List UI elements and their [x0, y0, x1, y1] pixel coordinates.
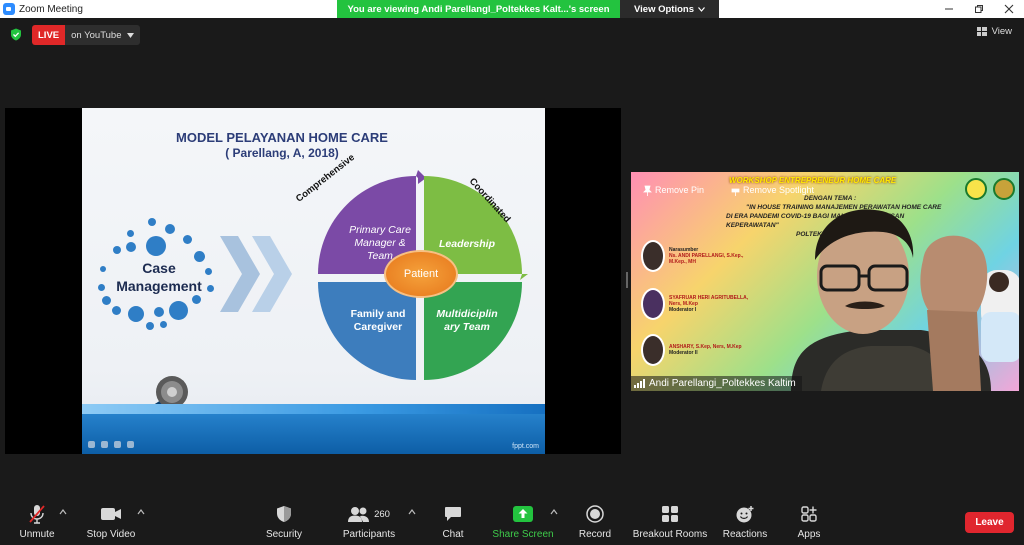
unmute-button[interactable]: Unmute — [16, 503, 58, 543]
record-icon — [586, 505, 604, 523]
speaker-card-moderator-2: ANSHARY, S.Kep, Ners, M.Kep Moderator II — [641, 334, 749, 366]
remove-pin-button[interactable]: Remove Pin — [643, 184, 704, 196]
pin-icon — [643, 185, 652, 196]
share-options-caret-icon[interactable] — [550, 509, 558, 515]
close-icon — [1004, 4, 1014, 14]
reactions-button[interactable]: Reactions — [722, 503, 768, 543]
shared-screen[interactable]: MODEL PELAYANAN HOME CARE ( Parellang, A… — [5, 108, 621, 454]
presentation-slide: MODEL PELAYANAN HOME CARE ( Parellang, A… — [82, 108, 545, 454]
microphone-muted-icon — [29, 505, 45, 524]
caret-down-icon — [126, 32, 134, 38]
view-button[interactable]: View — [976, 26, 1012, 37]
quadrant-leadership-label: Leadership — [438, 238, 496, 250]
slide-footer-text: fppt.com — [512, 443, 539, 450]
minimize-button[interactable] — [934, 0, 964, 18]
slide-title: MODEL PELAYANAN HOME CARE — [176, 130, 388, 145]
quadrant-multidisciplinary-label: Multidiciplin ary Team — [436, 308, 498, 333]
split-view-divider[interactable] — [626, 272, 628, 288]
breakout-rooms-icon — [662, 506, 678, 522]
remove-spotlight-button[interactable]: Remove Spotlight — [731, 184, 814, 196]
quadrant-family-label: Family and Caregiver — [350, 308, 406, 333]
video-camera-icon — [101, 508, 121, 520]
meeting-toolbar: Unmute Stop Video Security 260 Participa… — [0, 497, 1024, 545]
leave-button[interactable]: Leave — [965, 512, 1014, 533]
speaker-card-moderator-1: SYAFRUAR HERI AGRITUBELLA, Ners, M.Kep Mo… — [641, 288, 749, 320]
breakout-rooms-button[interactable]: Breakout Rooms — [632, 503, 708, 543]
stop-video-button[interactable]: Stop Video — [84, 503, 138, 543]
patient-center: Patient — [384, 250, 458, 298]
apps-icon — [801, 506, 817, 522]
chevron-arrow-2 — [252, 236, 292, 312]
video-options-caret-icon[interactable] — [137, 509, 145, 515]
live-badge: LIVE — [32, 25, 66, 45]
institution-logo-2 — [993, 178, 1015, 200]
slide-subtitle: ( Parellang, A, 2018) — [225, 146, 339, 160]
reactions-label: Reactions — [722, 529, 768, 540]
signal-strength-icon — [634, 379, 645, 388]
record-label: Record — [578, 529, 612, 540]
security-label: Security — [265, 529, 303, 540]
share-screen-label: Share Screen — [492, 529, 554, 540]
share-screen-button[interactable]: Share Screen — [492, 503, 554, 543]
screen-share-banner: You are viewing Andi Parellangl_Poltekke… — [337, 0, 719, 18]
remove-pin-label: Remove Pin — [655, 185, 705, 195]
participants-button[interactable]: 260 Participants — [340, 503, 398, 543]
participant-video[interactable]: WORKSHOP ENTREPRENEUR HOME CARE DENGAN T… — [631, 172, 1019, 391]
moderator-photo — [641, 334, 665, 366]
live-platform-label: on YouTube — [71, 29, 122, 41]
participant-name: Andi Parellangi_Poltekkes Kaltim — [649, 378, 796, 389]
stop-video-label: Stop Video — [86, 529, 136, 540]
speaker-photo — [641, 240, 665, 272]
participants-label: Participants — [342, 529, 396, 540]
participants-options-caret-icon[interactable] — [408, 509, 416, 515]
slide-control-icons — [88, 441, 134, 448]
view-options-label: View Options — [633, 3, 694, 15]
encryption-shield-icon[interactable] — [10, 28, 22, 41]
chat-bubble-icon — [445, 507, 461, 521]
breakout-rooms-label: Breakout Rooms — [632, 529, 708, 540]
security-shield-icon — [277, 506, 291, 522]
moderator-photo — [641, 288, 665, 320]
apps-label: Apps — [797, 529, 821, 540]
unmute-label: Unmute — [19, 529, 55, 540]
maximize-button[interactable] — [964, 0, 994, 18]
record-button[interactable]: Record — [576, 503, 614, 543]
restore-icon — [975, 5, 983, 13]
remove-spotlight-label: Remove Spotlight — [743, 185, 815, 195]
minimize-icon — [945, 8, 953, 10]
live-platform[interactable]: on YouTube — [65, 25, 140, 45]
slide-footer-band: fppt.com — [82, 404, 545, 454]
chevron-down-icon — [698, 6, 705, 12]
participants-icon — [348, 507, 370, 522]
participant-webcam-image — [791, 209, 1019, 391]
spotlight-icon — [731, 188, 740, 196]
grid-view-icon — [976, 27, 987, 36]
view-label: View — [991, 26, 1012, 37]
audio-options-caret-icon[interactable] — [59, 509, 67, 515]
live-stream-indicator[interactable]: LIVE on YouTube — [32, 25, 140, 45]
share-message: You are viewing Andi Parellangl_Poltekke… — [337, 0, 620, 18]
participant-name-tag: Andi Parellangi_Poltekkes Kaltim — [631, 376, 802, 391]
zoom-meeting-window: Zoom Meeting You are viewing Andi Parell… — [0, 0, 1024, 545]
apps-button[interactable]: Apps — [793, 503, 825, 543]
chat-button[interactable]: Chat — [438, 503, 468, 543]
close-button[interactable] — [994, 0, 1024, 18]
speaker-card-narasumber: Narasumber Ns. ANDI PARELLANGI, S.Kep., M… — [641, 240, 749, 272]
view-options-button[interactable]: View Options — [620, 0, 719, 18]
reactions-smiley-icon — [736, 506, 754, 523]
window-title: Zoom Meeting — [19, 3, 83, 15]
share-screen-icon — [513, 506, 533, 522]
chat-label: Chat — [442, 529, 464, 540]
participants-count: 260 — [374, 508, 390, 520]
security-button[interactable]: Security — [263, 503, 305, 543]
zoom-app-icon — [3, 3, 15, 15]
institution-logo-1 — [965, 178, 987, 200]
